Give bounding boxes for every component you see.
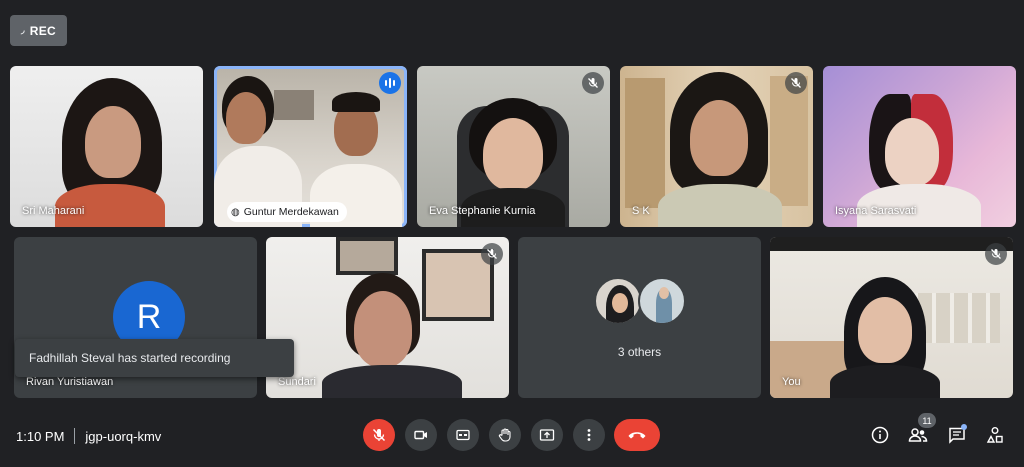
muted-mic-icon (785, 72, 807, 94)
avatar-letter: R (136, 297, 162, 336)
recording-started-toast: Fadhillah Steval has started recording (15, 339, 294, 377)
hand-icon (498, 428, 511, 442)
participant-count-badge: 11 (918, 413, 936, 428)
shelf (625, 78, 665, 208)
participant-name: Isyana Sarasvati (835, 205, 917, 217)
toast-text: Fadhillah Steval has started recording (29, 351, 231, 365)
participant-name: Sundari (278, 376, 316, 388)
shirt (322, 365, 462, 398)
participant-tile-you[interactable]: You (770, 237, 1013, 398)
muted-mic-icon (481, 243, 503, 265)
participant-tile-guntur-merdekawan[interactable]: ◍ Guntur Merdekawan (214, 66, 407, 227)
participant-name: S K (632, 205, 650, 217)
face (85, 106, 141, 178)
face (858, 297, 912, 363)
face (226, 92, 266, 144)
shelf (274, 90, 314, 120)
present-screen-button[interactable] (531, 419, 563, 451)
more-options-button[interactable] (573, 419, 605, 451)
participant-tile-others[interactable]: 3 others (518, 237, 761, 398)
pin-icon: ◍ (231, 206, 240, 218)
meeting-info: 1:10 PM jgp-uorq-kmv (16, 428, 161, 444)
participant-tile-sundari[interactable]: Sundari (266, 237, 509, 398)
activities-icon (986, 427, 1003, 443)
microphone-toggle-button[interactable] (363, 419, 395, 451)
muted-mic-icon (985, 243, 1007, 265)
recording-label: REC (29, 23, 57, 38)
mic-off-icon (372, 428, 386, 442)
participant-tile-isyana-sarasvati[interactable]: Isyana Sarasvati (823, 66, 1016, 227)
participant-name: Sri Maharani (22, 205, 85, 217)
wall-frame (336, 237, 398, 275)
activities-button[interactable] (983, 423, 1007, 447)
more-vert-icon (587, 429, 591, 441)
participant-name: You (782, 376, 801, 388)
face (612, 293, 628, 313)
muted-mic-icon (582, 72, 604, 94)
raise-hand-button[interactable] (489, 419, 521, 451)
speaking-indicator (379, 72, 401, 94)
participant-name: Eva Stephanie Kurnia (429, 205, 536, 217)
camera-toggle-button[interactable] (405, 419, 437, 451)
others-count-label: 3 others (617, 345, 662, 359)
hair (332, 92, 380, 112)
leave-call-button[interactable] (614, 419, 660, 451)
face (885, 118, 939, 186)
face (659, 287, 669, 299)
hang-up-icon (628, 432, 646, 439)
face (690, 100, 748, 176)
recording-indicator[interactable]: ◞ REC (10, 15, 67, 46)
shelf (770, 76, 808, 206)
ceiling (770, 237, 1013, 251)
captions-button[interactable] (447, 419, 479, 451)
pinned-name-chip[interactable]: ◍ Guntur Merdekawan (227, 202, 347, 222)
info-icon (871, 426, 889, 444)
participant-name: Guntur Merdekawan (243, 206, 339, 218)
participant-tile-eva-stephanie-kurnia[interactable]: Eva Stephanie Kurnia (417, 66, 610, 227)
participant-tile-s-k[interactable]: S K (620, 66, 813, 227)
people-icon (908, 428, 928, 442)
shirt (658, 184, 782, 227)
participant-tile-sri-maharani[interactable]: Sri Maharani (10, 66, 203, 227)
avatar (594, 277, 642, 325)
captions-icon (456, 429, 470, 441)
face (354, 291, 412, 367)
meeting-details-button[interactable] (868, 423, 892, 447)
meeting-time: 1:10 PM (16, 428, 65, 444)
camera-icon (414, 430, 427, 440)
avatar (638, 277, 686, 325)
participant-name: Rivan Yuristiawan (26, 376, 114, 388)
divider (74, 428, 76, 444)
recording-icon: ◞ (20, 25, 25, 35)
present-icon (539, 429, 555, 441)
shirt (830, 365, 940, 398)
meeting-code: jgp-uorq-kmv (85, 428, 162, 444)
unread-indicator (961, 424, 967, 430)
face (483, 118, 543, 190)
